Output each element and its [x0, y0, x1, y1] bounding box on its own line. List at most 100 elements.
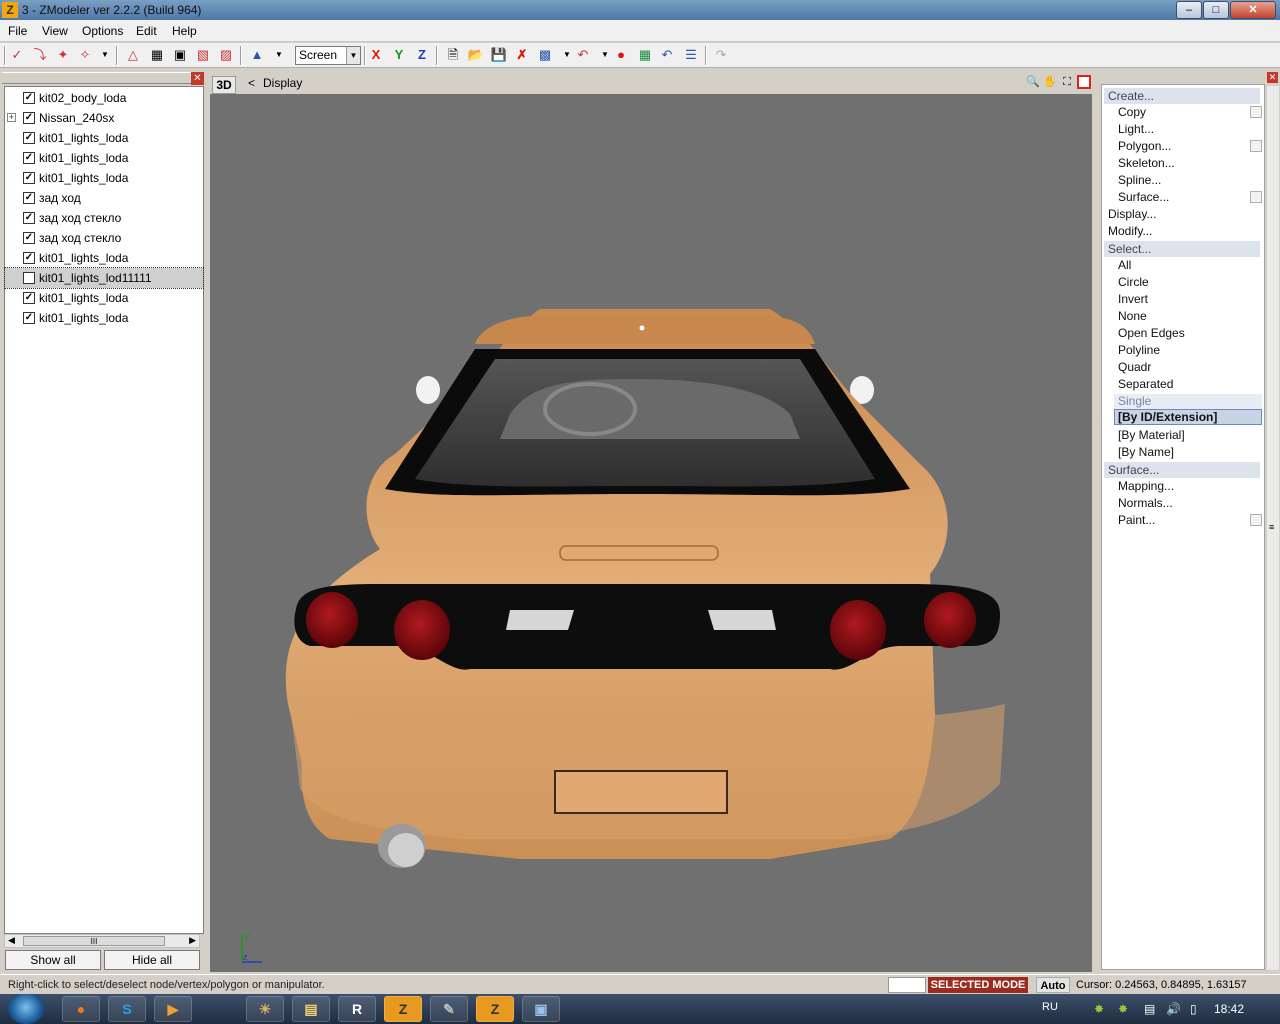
visibility-checkbox[interactable]: ✓	[23, 192, 35, 204]
tray-app-icon[interactable]: ✸	[1094, 1002, 1104, 1016]
cmd-select-single[interactable]: Single	[1114, 394, 1262, 410]
scroll-thumb[interactable]: III	[23, 936, 165, 946]
3d-scene[interactable]: y z	[210, 94, 1092, 972]
pan-hand-icon[interactable]: ✋	[1043, 75, 1057, 89]
visibility-checkbox[interactable]: ✓	[23, 312, 35, 324]
paint-icon[interactable]: ✎	[430, 996, 468, 1022]
visibility-checkbox[interactable]: ✓	[23, 172, 35, 184]
object-cube-icon[interactable]: ▣	[171, 46, 189, 64]
save-icon[interactable]: 💾	[490, 46, 508, 64]
object-delete-icon[interactable]: ▨	[217, 46, 235, 64]
media-player-icon[interactable]: ▶	[154, 996, 192, 1022]
tree-node[interactable]: ✓ зад ход	[5, 188, 203, 208]
undo-icon[interactable]: ↶	[658, 46, 676, 64]
group-surface[interactable]: Surface...	[1104, 462, 1260, 478]
cmd-by-material[interactable]: [By Material]	[1118, 428, 1185, 444]
notes-icon[interactable]: ☰	[682, 46, 700, 64]
cmd-paint[interactable]: Paint...	[1118, 513, 1155, 529]
minimize-icon[interactable]: –	[1176, 1, 1202, 19]
cmd-display[interactable]: Display...	[1108, 207, 1156, 223]
record-icon[interactable]: ●	[612, 46, 630, 64]
group-select[interactable]: Select...	[1104, 241, 1260, 257]
visibility-checkbox[interactable]	[23, 272, 35, 284]
group-create[interactable]: Create...	[1104, 88, 1260, 104]
visibility-checkbox[interactable]: ✓	[23, 132, 35, 144]
cmd-normals[interactable]: Normals...	[1118, 496, 1173, 512]
tree-node[interactable]: ✓ kit01_lights_loda	[5, 308, 203, 328]
menu-options[interactable]: Options	[82, 24, 123, 38]
window-icon[interactable]: ▣	[522, 996, 560, 1022]
visibility-checkbox[interactable]: ✓	[23, 112, 35, 124]
cmd-surface[interactable]: Surface...	[1118, 190, 1169, 206]
coord-space-select[interactable]: Screen ▼	[295, 46, 361, 65]
close-icon[interactable]: ✕	[1230, 1, 1276, 19]
start-button[interactable]	[8, 994, 44, 1024]
close-viewport-icon[interactable]	[1077, 75, 1091, 89]
tree-node[interactable]: ✓ kit01_lights_loda	[5, 168, 203, 188]
show-all-button[interactable]: Show all	[5, 950, 101, 970]
power-icon[interactable]: ▯	[1190, 1002, 1197, 1016]
delete-icon[interactable]: ✗	[513, 46, 531, 64]
visibility-checkbox[interactable]: ✓	[23, 292, 35, 304]
visibility-checkbox[interactable]: ✓	[23, 92, 35, 104]
axis-z-toggle[interactable]: Z	[413, 46, 431, 64]
close-icon[interactable]: ✕	[191, 72, 204, 85]
select-edge-icon[interactable]: ⤵	[31, 46, 49, 64]
rockstar-icon[interactable]: R	[338, 996, 376, 1022]
cmd-by-name[interactable]: [By Name]	[1118, 445, 1174, 461]
object-box-icon[interactable]: ▦	[148, 46, 166, 64]
visibility-checkbox[interactable]: ✓	[23, 212, 35, 224]
horizontal-scrollbar[interactable]: ◀ III ▶	[4, 934, 200, 948]
object-tree[interactable]: ✓ kit02_body_loda + ✓ Nissan_240sx ✓ kit01_lig…	[4, 86, 204, 934]
gimp-icon[interactable]: ☀	[246, 996, 284, 1022]
explorer-icon[interactable]: ▤	[292, 996, 330, 1022]
menu-view[interactable]: View	[42, 24, 68, 38]
tree-node[interactable]: + ✓ Nissan_240sx	[5, 108, 203, 128]
redo-icon[interactable]: ↷	[712, 46, 730, 64]
cmd-select-invert[interactable]: Invert	[1118, 292, 1148, 308]
cmd-copy[interactable]: Copy	[1118, 105, 1146, 121]
menu-help[interactable]: Help	[172, 24, 197, 38]
cmd-spline[interactable]: Spline...	[1118, 173, 1161, 189]
language-indicator[interactable]: RU	[1042, 1001, 1058, 1013]
chevron-down-icon[interactable]: ▼	[346, 47, 360, 64]
maximize-viewport-icon[interactable]: ⛶	[1060, 75, 1074, 89]
tree-node[interactable]: ✓ kit01_lights_loda	[5, 288, 203, 308]
cmd-select-open-edges[interactable]: Open Edges	[1118, 326, 1185, 342]
maximize-icon[interactable]: □	[1203, 1, 1229, 19]
visibility-checkbox[interactable]: ✓	[23, 252, 35, 264]
cmd-light[interactable]: Light...	[1118, 122, 1154, 138]
menu-edit[interactable]: Edit	[136, 24, 157, 38]
expand-icon[interactable]: +	[7, 113, 16, 122]
tree-node[interactable]: ✓ kit01_lights_loda	[5, 128, 203, 148]
cmd-select-separated[interactable]: Separated	[1118, 377, 1173, 393]
tree-node[interactable]: ✓ kit01_lights_loda	[5, 148, 203, 168]
cmd-select-polyline[interactable]: Polyline	[1118, 343, 1160, 359]
object-red-icon[interactable]: ▧	[194, 46, 212, 64]
vertical-scrollbar[interactable]: ≡	[1267, 86, 1279, 970]
select-polygon-icon[interactable]: △	[124, 46, 142, 64]
hide-all-button[interactable]: Hide all	[104, 950, 200, 970]
visibility-checkbox[interactable]: ✓	[23, 232, 35, 244]
firefox-icon[interactable]: ●	[62, 996, 100, 1022]
select-vertex-icon[interactable]: ✓	[8, 46, 26, 64]
cmd-select-none[interactable]: None	[1118, 309, 1147, 325]
tree-node[interactable]: ✓ kit01_lights_loda	[5, 248, 203, 268]
axis-y-toggle[interactable]: Y	[390, 46, 408, 64]
move-icon[interactable]: ✦	[54, 46, 72, 64]
axis-constraint-icon[interactable]: ▲	[248, 46, 266, 64]
skype-icon[interactable]: S	[108, 996, 146, 1022]
auto-toggle[interactable]: Auto	[1036, 977, 1070, 993]
tray-app-icon[interactable]: ✸	[1118, 1002, 1128, 1016]
cmd-mapping[interactable]: Mapping...	[1118, 479, 1174, 495]
tree-node[interactable]: kit01_lights_lod11111	[4, 267, 204, 289]
visibility-checkbox[interactable]: ✓	[23, 152, 35, 164]
tree-node[interactable]: ✓ зад ход стекло	[5, 208, 203, 228]
scroll-right-icon[interactable]: ▶	[189, 935, 196, 946]
cmd-by-id-extension[interactable]: [By ID/Extension]	[1114, 409, 1262, 425]
cmd-modify[interactable]: Modify...	[1108, 224, 1152, 240]
cmd-skeleton[interactable]: Skeleton...	[1118, 156, 1175, 172]
rotate-icon[interactable]: ✧	[76, 46, 94, 64]
cmd-polygon[interactable]: Polygon...	[1118, 139, 1171, 155]
chevron-down-icon[interactable]: ▼	[270, 46, 288, 64]
